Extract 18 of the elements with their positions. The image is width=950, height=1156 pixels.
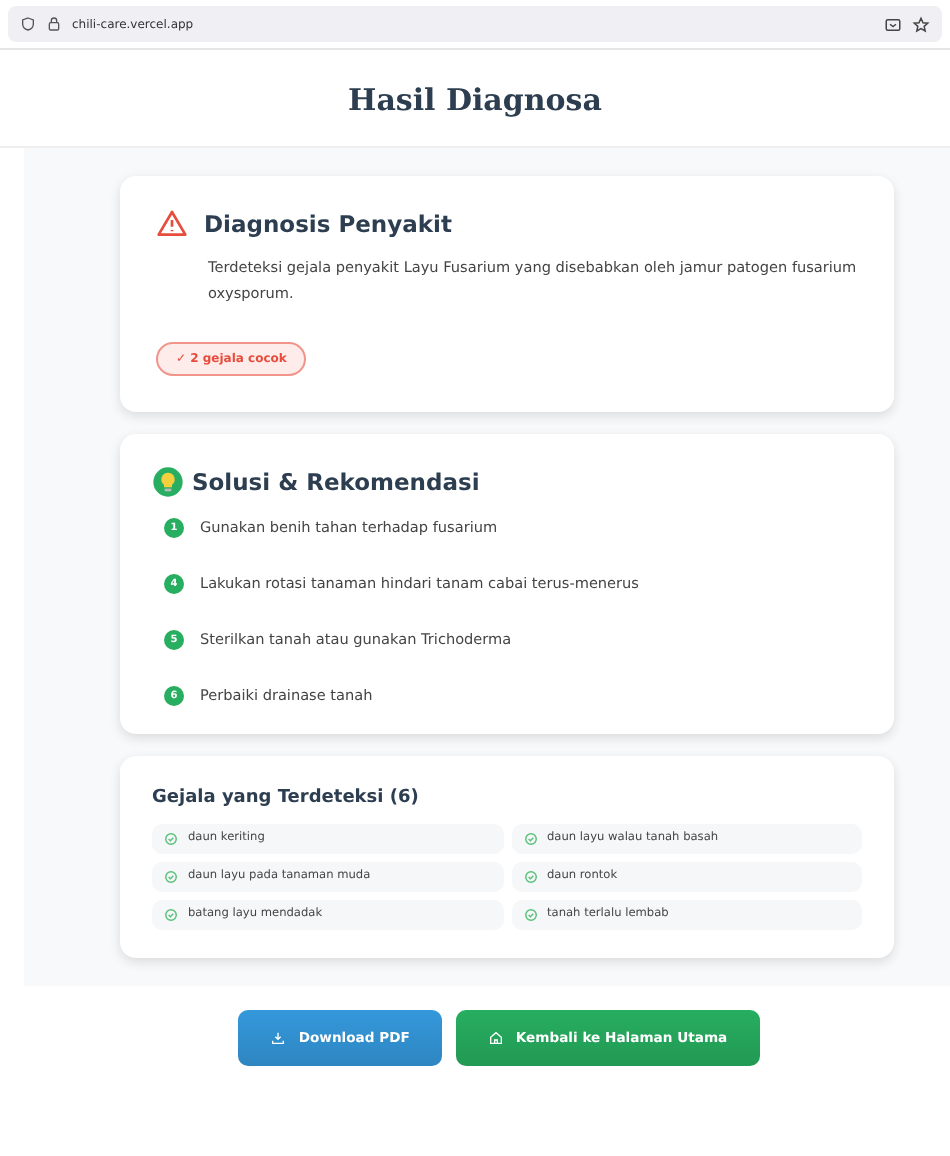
download-icon [270,1029,287,1046]
card-title: Diagnosis Penyakit [204,210,452,238]
home-icon [487,1029,504,1046]
card-title: Solusi & Rekomendasi [192,467,480,496]
shield-icon [20,16,36,32]
check-circle-icon [164,869,178,884]
check-circle-icon [523,869,537,884]
check-circle-icon [164,907,178,922]
reader-view-icon [884,15,902,33]
star-icon [912,15,930,33]
page-title: Hasil Diagnosa [348,82,602,118]
check-circle-icon [523,831,537,846]
lock-icon [46,16,62,32]
check-circle-icon [164,831,178,846]
warning-icon [156,208,188,240]
section-title: Gejala yang Terdeteksi (6) [152,787,421,808]
check-circle-icon [523,907,537,922]
lightbulb-icon [152,465,184,498]
